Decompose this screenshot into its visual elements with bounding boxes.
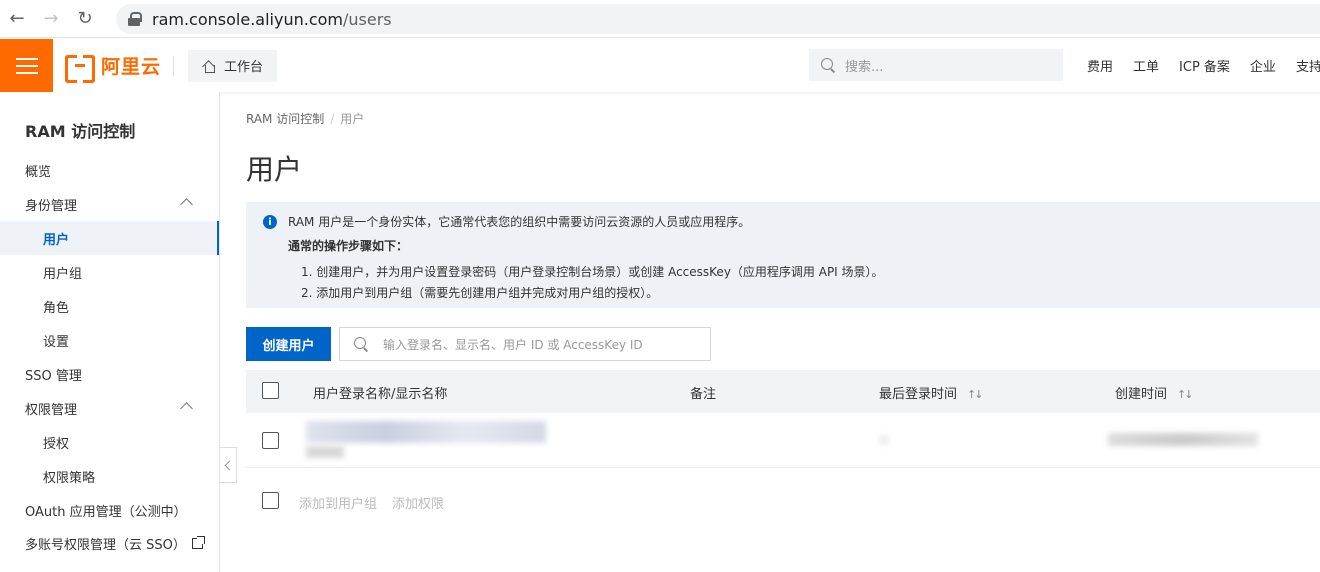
- sidebar-item-label: 角色: [43, 300, 70, 316]
- sidebar-item-label: 权限管理: [25, 402, 78, 418]
- info-icon: i: [263, 215, 277, 229]
- sidebar-item-label: 权限策略: [43, 470, 96, 486]
- sidebar-item-label: 概览: [25, 164, 52, 180]
- notice-heading: 通常的操作步骤如下：: [288, 239, 409, 253]
- sidebar-item-label: 用户: [43, 232, 70, 248]
- reload-icon[interactable]: ↻: [68, 0, 102, 38]
- sort-icon[interactable]: ↑↓: [967, 388, 984, 401]
- top-nav-links: 费用 工单 ICP 备案 企业 支持: [1087, 39, 1320, 92]
- sidebar-item-label: 设置: [43, 334, 70, 350]
- select-all-checkbox[interactable]: [262, 382, 279, 399]
- forward-icon[interactable]: →: [34, 0, 68, 38]
- add-permission-button[interactable]: 添加权限: [392, 493, 444, 512]
- column-header-remark: 备注: [690, 387, 717, 402]
- create-user-button[interactable]: 创建用户: [246, 327, 331, 361]
- sidebar-item-settings[interactable]: 设置: [0, 323, 219, 357]
- top-header: 阿里云 工作台 搜索... 费用 工单 ICP 备案 企业 支持: [0, 39, 1320, 92]
- sidebar-item-grants[interactable]: 授权: [0, 425, 219, 459]
- sidebar-item-sso[interactable]: SSO 管理: [0, 357, 219, 391]
- column-header-username: 用户登录名称/显示名称: [313, 387, 448, 402]
- sidebar-item-overview[interactable]: 概览: [0, 153, 219, 187]
- chevron-up-icon: [180, 402, 193, 415]
- logo-icon: [65, 54, 95, 83]
- sidebar-item-label: 身份管理: [25, 198, 78, 214]
- notice-step: 1. 创建用户，并为用户设置登录密码（用户登录控制台场景）或创建 AccessK…: [301, 265, 884, 279]
- redacted-created-time: [1108, 433, 1258, 446]
- top-link-billing[interactable]: 费用: [1087, 56, 1113, 75]
- table-row: [246, 413, 1320, 468]
- aliyun-logo[interactable]: 阿里云: [65, 39, 161, 92]
- redacted-last-login: [879, 435, 889, 445]
- sidebar-item-label: SSO 管理: [25, 368, 82, 384]
- sidebar-collapse-handle[interactable]: [220, 447, 237, 483]
- bulk-select-checkbox[interactable]: [262, 492, 279, 509]
- column-header-last-login-label: 最后登录时间: [879, 387, 958, 402]
- user-search-input[interactable]: 输入登录名、显示名、用户 ID 或 AccessKey ID: [339, 327, 711, 361]
- url-host: ram.console.aliyun.com: [152, 9, 343, 29]
- browser-bar: ← → ↻ ram.console.aliyun.com/users: [0, 0, 1320, 38]
- table-header: 用户登录名称/显示名称 备注 最后登录时间 ↑↓ 创建时间 ↑↓: [246, 370, 1320, 413]
- breadcrumb-root[interactable]: RAM 访问控制: [246, 112, 324, 126]
- notice-step: 2. 添加用户到用户组（需要先创建用户组并完成对用户组的授权）。: [301, 286, 659, 300]
- sidebar-item-roles[interactable]: 角色: [0, 289, 219, 323]
- sidebar-item-users[interactable]: 用户: [0, 221, 219, 255]
- url-path: /users: [342, 9, 392, 29]
- column-header-created[interactable]: 创建时间 ↑↓: [1115, 383, 1194, 402]
- top-link-tickets[interactable]: 工单: [1133, 56, 1159, 75]
- top-link-support[interactable]: 支持: [1296, 56, 1320, 75]
- sidebar-item-permissions[interactable]: 权限管理: [0, 391, 219, 425]
- search-icon: [354, 337, 368, 351]
- sidebar-item-groups[interactable]: 用户组: [0, 255, 219, 289]
- top-link-icp[interactable]: ICP 备案: [1179, 56, 1230, 75]
- redacted-username: [306, 421, 546, 443]
- logo-text: 阿里云: [101, 56, 162, 78]
- breadcrumb-separator: /: [330, 112, 335, 126]
- sidebar-item-cloud-sso[interactable]: 多账号权限管理（云 SSO）: [0, 526, 219, 560]
- workbench-button[interactable]: 工作台: [188, 49, 278, 82]
- workbench-label: 工作台: [224, 60, 264, 75]
- breadcrumb: RAM 访问控制 / 用户: [246, 110, 364, 127]
- row-checkbox[interactable]: [262, 432, 279, 449]
- search-icon: [821, 58, 835, 72]
- sidebar-title: RAM 访问控制: [25, 122, 136, 141]
- chevron-left-icon: [224, 460, 235, 470]
- divider: [173, 55, 175, 76]
- column-header-last-login[interactable]: 最后登录时间 ↑↓: [879, 383, 984, 402]
- page-title: 用户: [246, 153, 303, 186]
- global-search-input[interactable]: 搜索...: [809, 49, 1063, 81]
- sidebar-item-policies[interactable]: 权限策略: [0, 459, 219, 493]
- address-bar[interactable]: ram.console.aliyun.com/users: [116, 4, 1320, 34]
- user-search-placeholder: 输入登录名、显示名、用户 ID 或 AccessKey ID: [383, 337, 643, 352]
- sort-icon[interactable]: ↑↓: [1177, 388, 1194, 401]
- info-notice: i RAM 用户是一个身份实体，它通常代表您的组织中需要访问云资源的人员或应用程…: [246, 202, 1320, 308]
- home-icon: [202, 59, 216, 73]
- global-search-placeholder: 搜索...: [845, 59, 884, 75]
- sidebar-item-label: 用户组: [43, 266, 83, 282]
- sidebar-item-oauth[interactable]: OAuth 应用管理（公测中）: [0, 493, 219, 527]
- redacted-display-name: [306, 446, 344, 458]
- sidebar: RAM 访问控制 概览 身份管理 用户 用户组 角色 设置 SSO 管理 权限管…: [0, 92, 220, 572]
- back-icon[interactable]: ←: [0, 0, 34, 38]
- top-link-enterprise[interactable]: 企业: [1250, 56, 1276, 75]
- breadcrumb-current: 用户: [340, 112, 365, 126]
- sidebar-item-label: OAuth 应用管理（公测中）: [25, 504, 187, 520]
- notice-intro: RAM 用户是一个身份实体，它通常代表您的组织中需要访问云资源的人员或应用程序。: [288, 215, 751, 229]
- external-link-icon: [191, 535, 205, 549]
- sidebar-item-identity[interactable]: 身份管理: [0, 187, 219, 221]
- sidebar-item-label: 多账号权限管理（云 SSO）: [25, 537, 186, 553]
- menu-icon[interactable]: [0, 39, 53, 92]
- add-to-group-button[interactable]: 添加到用户组: [299, 493, 377, 512]
- sidebar-item-label: 授权: [43, 436, 70, 452]
- chevron-up-icon: [180, 198, 193, 211]
- column-header-created-label: 创建时间: [1115, 387, 1168, 402]
- lock-icon: [128, 12, 142, 26]
